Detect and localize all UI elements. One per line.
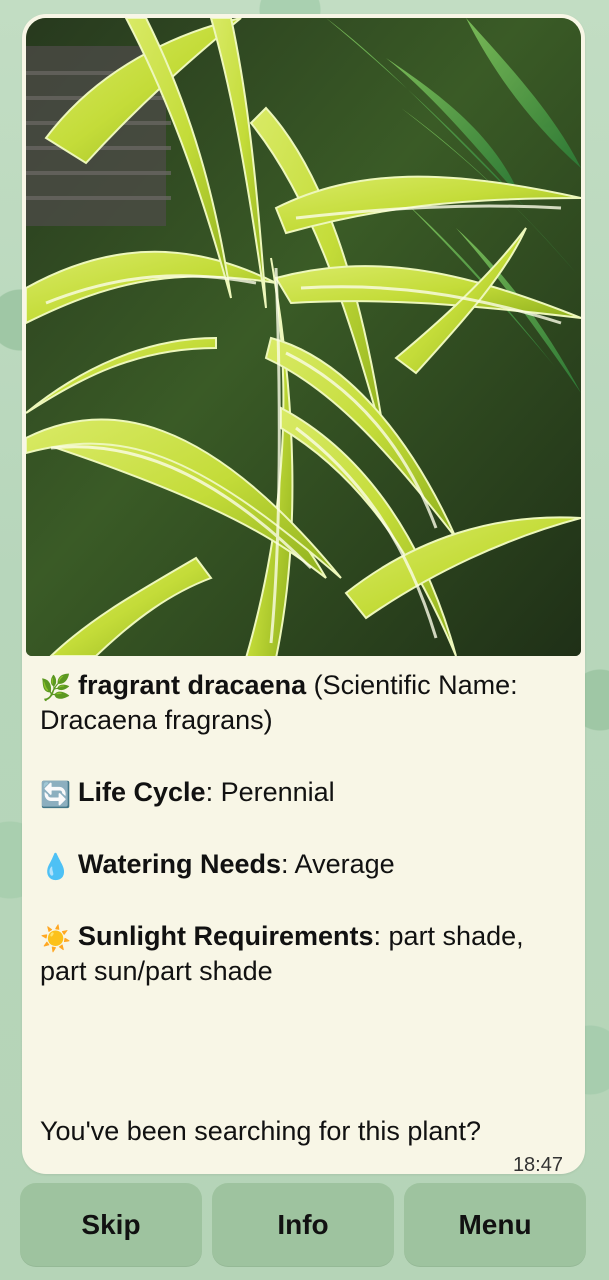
leaf-icon: 🌿 <box>40 674 72 702</box>
watering-value: : Average <box>281 849 395 879</box>
common-name: fragrant dracaena <box>78 670 307 700</box>
sunlight-label: Sunlight Requirements <box>78 921 374 951</box>
plant-illustration <box>26 18 581 656</box>
watering-line: 💧 Watering Needs: Average <box>40 847 568 882</box>
sunlight-line: ☀️ Sunlight Requirements: part shade, par… <box>40 919 568 989</box>
life-cycle-line: 🔄 Life Cycle: Perennial <box>40 775 568 810</box>
scientific-prefix: (Scientific Name: <box>306 670 518 700</box>
search-question: You've been searching for this plant? <box>40 1116 481 1146</box>
scientific-suffix: ) <box>263 705 273 735</box>
skip-button[interactable]: Skip <box>20 1183 202 1267</box>
message-time: 18:47 <box>512 1154 563 1174</box>
plant-message-bubble: 🌿 fragrant dracaena (Scientific Name: Dra… <box>22 14 585 1174</box>
refresh-icon: 🔄 <box>40 781 72 809</box>
life-cycle-label: Life Cycle <box>78 777 206 807</box>
scientific-name: Dracaena fragrans <box>40 705 264 735</box>
life-cycle-value: : Perennial <box>205 777 335 807</box>
menu-button[interactable]: Menu <box>404 1183 586 1267</box>
sun-icon: ☀️ <box>40 925 72 953</box>
info-button[interactable]: Info <box>212 1183 394 1267</box>
water-drop-icon: 💧 <box>40 853 72 881</box>
watering-label: Watering Needs <box>78 849 282 879</box>
bottom-actions: Skip Info Menu <box>20 1183 586 1267</box>
plant-description: 🌿 fragrant dracaena (Scientific Name: Dra… <box>40 668 568 1026</box>
plant-photo[interactable] <box>26 18 581 656</box>
plant-name-line: 🌿 fragrant dracaena (Scientific Name: Dra… <box>40 668 568 738</box>
